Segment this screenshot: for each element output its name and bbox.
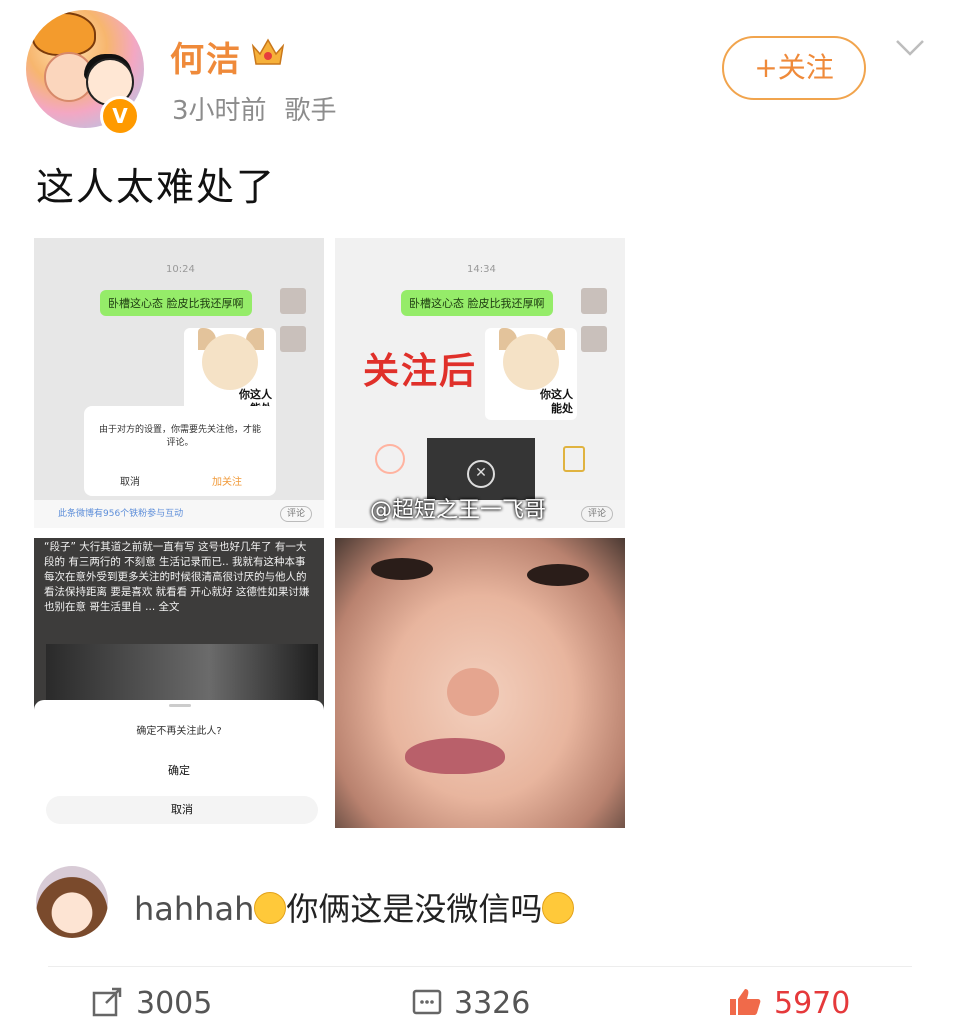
divider bbox=[48, 966, 912, 967]
repost-icon bbox=[92, 987, 122, 1017]
footer-comment-button: 评论 bbox=[279, 506, 312, 522]
chat-avatar bbox=[581, 288, 607, 314]
search-icon bbox=[375, 444, 405, 474]
follow-button[interactable]: +关注 bbox=[722, 36, 866, 100]
chevron-down-icon[interactable] bbox=[895, 38, 925, 58]
dialog-cancel-button: 取消 bbox=[120, 477, 140, 488]
eye-left bbox=[371, 558, 433, 580]
crown-icon bbox=[251, 38, 285, 65]
comment-text: 你俩这是没微信吗 bbox=[286, 890, 543, 928]
verified-badge-icon: V bbox=[100, 96, 140, 136]
eye-right bbox=[527, 564, 589, 586]
dog-label-2: 能处 bbox=[551, 402, 573, 415]
laugh-cry-emoji-icon bbox=[542, 892, 575, 924]
post-image-1[interactable]: 10:24 卧槽这心态 脸皮比我还厚啊 你这人能处 由于对方的设置，你需要先关注… bbox=[34, 238, 324, 528]
like-action[interactable]: 5970 bbox=[728, 986, 850, 1021]
sheet-cancel-button: 取消 bbox=[46, 796, 318, 824]
author-name[interactable]: 何洁 bbox=[170, 32, 242, 81]
laugh-cry-emoji-icon bbox=[254, 892, 287, 924]
overlay-caption: 关注后 bbox=[363, 351, 478, 392]
chat-avatar bbox=[280, 326, 306, 352]
chat-avatar bbox=[581, 326, 607, 352]
engagement-footer: 此条微博有956个铁粉参与互动 评论 bbox=[34, 500, 324, 528]
post-meta: 3小时前 歌手 bbox=[172, 90, 337, 127]
dog-label-1: 你这人 bbox=[239, 388, 272, 401]
nose bbox=[447, 668, 499, 716]
screenshot-photo bbox=[46, 644, 318, 704]
chat-bubble: 卧槽这心态 脸皮比我还厚啊 bbox=[401, 290, 553, 316]
follow-required-dialog: 由于对方的设置，你需要先关注他，才能评论。 取消 加关注 bbox=[84, 406, 276, 496]
comment-action[interactable]: 3326 bbox=[412, 986, 530, 1021]
screenshot-text: “段子” 大行其道之前就一直有写 这号也好几年了 有一大段的 有三两行的 不刻意… bbox=[44, 541, 310, 613]
like-count: 5970 bbox=[774, 986, 851, 1021]
unfollow-sheet: 确定不再关注此人? 确定 取消 bbox=[34, 700, 324, 828]
dialog-message: 由于对方的设置，你需要先关注他，才能评论。 bbox=[98, 425, 261, 448]
post-image-4[interactable] bbox=[335, 538, 625, 828]
chat-bubble: 卧槽这心态 脸皮比我还厚啊 bbox=[100, 290, 252, 316]
sheet-question: 确定不再关注此人? bbox=[136, 726, 222, 737]
post-image-3[interactable]: “段子” 大行其道之前就一直有写 这号也好几年了 有一大段的 有三两行的 不刻意… bbox=[34, 538, 324, 828]
commenter-avatar[interactable] bbox=[36, 866, 108, 938]
sheet-confirm-button: 确定 bbox=[168, 764, 190, 777]
chat-time: 10:24 bbox=[166, 264, 195, 275]
comment-icon bbox=[412, 989, 442, 1015]
commenter-name[interactable]: hahhah bbox=[134, 890, 254, 928]
post-image-2[interactable]: 14:34 卧槽这心态 脸皮比我还厚啊 关注后 你这人 能处 ✕ 评论 bbox=[335, 238, 625, 528]
chat-time: 14:34 bbox=[467, 264, 496, 275]
repost-count: 3005 bbox=[136, 986, 213, 1021]
top-comment: hahhah 你俩这是没微信吗 bbox=[134, 884, 575, 930]
footer-text: 此条微博有956个铁粉参与互动 bbox=[58, 509, 184, 519]
edit-icon bbox=[563, 446, 585, 472]
lips bbox=[405, 738, 505, 774]
dialog-follow-button: 加关注 bbox=[212, 477, 242, 488]
footer-comment-button: 评论 bbox=[580, 506, 613, 522]
post-time: 3小时前 bbox=[172, 96, 267, 126]
repost-action[interactable]: 3005 bbox=[92, 986, 212, 1021]
weibo-watermark: @超短之王一飞哥 bbox=[370, 498, 547, 523]
close-icon: ✕ bbox=[467, 460, 495, 488]
chat-avatar bbox=[280, 288, 306, 314]
thumbs-up-icon bbox=[730, 989, 761, 1015]
comment-count: 3326 bbox=[454, 986, 531, 1021]
author-tag: 歌手 bbox=[284, 96, 337, 126]
post-text: 这人太难处了 bbox=[36, 165, 277, 209]
dog-meme-sticker: 你这人能处 bbox=[485, 328, 577, 420]
dog-label-1: 你这人 bbox=[540, 388, 573, 401]
